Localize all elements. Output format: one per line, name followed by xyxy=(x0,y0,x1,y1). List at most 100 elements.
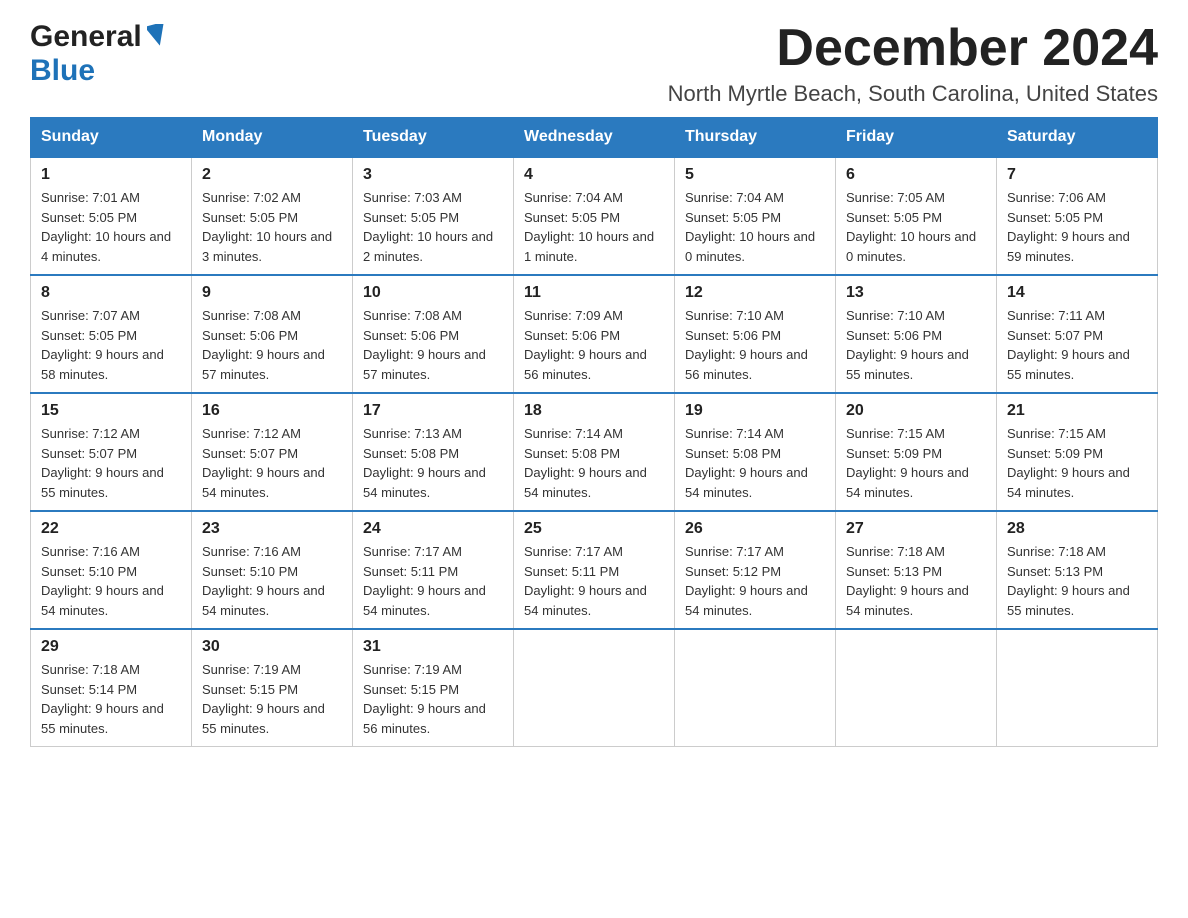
day-number: 13 xyxy=(846,284,986,302)
day-info: Sunrise: 7:15 AMSunset: 5:09 PMDaylight:… xyxy=(1007,424,1147,502)
day-number: 4 xyxy=(524,166,664,184)
day-info: Sunrise: 7:14 AMSunset: 5:08 PMDaylight:… xyxy=(524,424,664,502)
calendar-cell: 12 Sunrise: 7:10 AMSunset: 5:06 PMDayligh… xyxy=(675,275,836,393)
calendar-cell: 8 Sunrise: 7:07 AMSunset: 5:05 PMDaylight… xyxy=(31,275,192,393)
day-number: 9 xyxy=(202,284,342,302)
day-number: 17 xyxy=(363,402,503,420)
header-sunday: Sunday xyxy=(31,118,192,158)
calendar-cell xyxy=(997,629,1158,747)
day-number: 28 xyxy=(1007,520,1147,538)
day-info: Sunrise: 7:06 AMSunset: 5:05 PMDaylight:… xyxy=(1007,188,1147,266)
day-info: Sunrise: 7:10 AMSunset: 5:06 PMDaylight:… xyxy=(846,306,986,384)
day-info: Sunrise: 7:17 AMSunset: 5:11 PMDaylight:… xyxy=(363,542,503,620)
title-area: December 2024 North Myrtle Beach, South … xyxy=(668,20,1158,107)
calendar-cell: 20 Sunrise: 7:15 AMSunset: 5:09 PMDayligh… xyxy=(836,393,997,511)
header-thursday: Thursday xyxy=(675,118,836,158)
day-number: 21 xyxy=(1007,402,1147,420)
day-number: 27 xyxy=(846,520,986,538)
logo-general: General xyxy=(30,20,142,54)
day-info: Sunrise: 7:18 AMSunset: 5:13 PMDaylight:… xyxy=(1007,542,1147,620)
calendar-cell: 11 Sunrise: 7:09 AMSunset: 5:06 PMDayligh… xyxy=(514,275,675,393)
calendar-cell: 5 Sunrise: 7:04 AMSunset: 5:05 PMDaylight… xyxy=(675,157,836,275)
day-number: 15 xyxy=(41,402,181,420)
day-info: Sunrise: 7:18 AMSunset: 5:13 PMDaylight:… xyxy=(846,542,986,620)
day-number: 29 xyxy=(41,638,181,656)
week-row-1: 1Sunrise: 7:01 AMSunset: 5:05 PMDaylight… xyxy=(31,157,1158,275)
weekday-header-row: Sunday Monday Tuesday Wednesday Thursday… xyxy=(31,118,1158,158)
month-title: December 2024 xyxy=(668,20,1158,77)
calendar-cell: 29Sunrise: 7:18 AMSunset: 5:14 PMDayligh… xyxy=(31,629,192,747)
page-header: General Blue December 2024 North Myrtle … xyxy=(30,20,1158,107)
day-number: 22 xyxy=(41,520,181,538)
location-title: North Myrtle Beach, South Carolina, Unit… xyxy=(668,81,1158,107)
day-info: Sunrise: 7:14 AMSunset: 5:08 PMDaylight:… xyxy=(685,424,825,502)
day-number: 20 xyxy=(846,402,986,420)
day-number: 6 xyxy=(846,166,986,184)
day-info: Sunrise: 7:12 AMSunset: 5:07 PMDaylight:… xyxy=(41,424,181,502)
calendar-cell: 21 Sunrise: 7:15 AMSunset: 5:09 PMDayligh… xyxy=(997,393,1158,511)
day-number: 30 xyxy=(202,638,342,656)
calendar-cell: 31Sunrise: 7:19 AMSunset: 5:15 PMDayligh… xyxy=(353,629,514,747)
day-info: Sunrise: 7:16 AMSunset: 5:10 PMDaylight:… xyxy=(202,542,342,620)
header-friday: Friday xyxy=(836,118,997,158)
calendar-cell xyxy=(514,629,675,747)
calendar-cell: 19Sunrise: 7:14 AMSunset: 5:08 PMDayligh… xyxy=(675,393,836,511)
week-row-5: 29Sunrise: 7:18 AMSunset: 5:14 PMDayligh… xyxy=(31,629,1158,747)
day-info: Sunrise: 7:03 AMSunset: 5:05 PMDaylight:… xyxy=(363,188,503,266)
day-number: 3 xyxy=(363,166,503,184)
day-info: Sunrise: 7:09 AMSunset: 5:06 PMDaylight:… xyxy=(524,306,664,384)
calendar-cell: 16 Sunrise: 7:12 AMSunset: 5:07 PMDayligh… xyxy=(192,393,353,511)
calendar-cell: 27 Sunrise: 7:18 AMSunset: 5:13 PMDayligh… xyxy=(836,511,997,629)
day-info: Sunrise: 7:01 AMSunset: 5:05 PMDaylight:… xyxy=(41,188,181,266)
calendar-cell: 24Sunrise: 7:17 AMSunset: 5:11 PMDayligh… xyxy=(353,511,514,629)
day-number: 8 xyxy=(41,284,181,302)
week-row-4: 22 Sunrise: 7:16 AMSunset: 5:10 PMDayligh… xyxy=(31,511,1158,629)
logo-blue: Blue xyxy=(30,54,95,87)
day-number: 23 xyxy=(202,520,342,538)
day-info: Sunrise: 7:08 AMSunset: 5:06 PMDaylight:… xyxy=(202,306,342,384)
day-info: Sunrise: 7:07 AMSunset: 5:05 PMDaylight:… xyxy=(41,306,181,384)
calendar-cell: 4Sunrise: 7:04 AMSunset: 5:05 PMDaylight… xyxy=(514,157,675,275)
day-info: Sunrise: 7:13 AMSunset: 5:08 PMDaylight:… xyxy=(363,424,503,502)
calendar-cell: 1Sunrise: 7:01 AMSunset: 5:05 PMDaylight… xyxy=(31,157,192,275)
calendar-cell: 28 Sunrise: 7:18 AMSunset: 5:13 PMDayligh… xyxy=(997,511,1158,629)
calendar-cell: 2 Sunrise: 7:02 AMSunset: 5:05 PMDaylight… xyxy=(192,157,353,275)
day-number: 7 xyxy=(1007,166,1147,184)
day-number: 14 xyxy=(1007,284,1147,302)
calendar-cell: 23 Sunrise: 7:16 AMSunset: 5:10 PMDayligh… xyxy=(192,511,353,629)
calendar-body: 1Sunrise: 7:01 AMSunset: 5:05 PMDaylight… xyxy=(31,157,1158,747)
day-info: Sunrise: 7:02 AMSunset: 5:05 PMDaylight:… xyxy=(202,188,342,266)
day-number: 12 xyxy=(685,284,825,302)
day-info: Sunrise: 7:08 AMSunset: 5:06 PMDaylight:… xyxy=(363,306,503,384)
day-info: Sunrise: 7:19 AMSunset: 5:15 PMDaylight:… xyxy=(202,660,342,738)
calendar-cell: 13 Sunrise: 7:10 AMSunset: 5:06 PMDayligh… xyxy=(836,275,997,393)
day-number: 5 xyxy=(685,166,825,184)
day-info: Sunrise: 7:16 AMSunset: 5:10 PMDaylight:… xyxy=(41,542,181,620)
calendar-cell: 14Sunrise: 7:11 AMSunset: 5:07 PMDayligh… xyxy=(997,275,1158,393)
day-number: 11 xyxy=(524,284,664,302)
calendar-cell: 25 Sunrise: 7:17 AMSunset: 5:11 PMDayligh… xyxy=(514,511,675,629)
day-number: 18 xyxy=(524,402,664,420)
day-number: 31 xyxy=(363,638,503,656)
calendar-table: Sunday Monday Tuesday Wednesday Thursday… xyxy=(30,117,1158,747)
logo-arrow-icon xyxy=(144,24,167,51)
calendar-cell: 6Sunrise: 7:05 AMSunset: 5:05 PMDaylight… xyxy=(836,157,997,275)
day-number: 16 xyxy=(202,402,342,420)
calendar-cell: 10Sunrise: 7:08 AMSunset: 5:06 PMDayligh… xyxy=(353,275,514,393)
calendar-cell: 26Sunrise: 7:17 AMSunset: 5:12 PMDayligh… xyxy=(675,511,836,629)
calendar-cell: 3 Sunrise: 7:03 AMSunset: 5:05 PMDaylight… xyxy=(353,157,514,275)
week-row-3: 15 Sunrise: 7:12 AMSunset: 5:07 PMDayligh… xyxy=(31,393,1158,511)
week-row-2: 8 Sunrise: 7:07 AMSunset: 5:05 PMDaylight… xyxy=(31,275,1158,393)
calendar-cell: 9 Sunrise: 7:08 AMSunset: 5:06 PMDaylight… xyxy=(192,275,353,393)
day-info: Sunrise: 7:10 AMSunset: 5:06 PMDaylight:… xyxy=(685,306,825,384)
day-info: Sunrise: 7:12 AMSunset: 5:07 PMDaylight:… xyxy=(202,424,342,502)
calendar-cell: 17 Sunrise: 7:13 AMSunset: 5:08 PMDayligh… xyxy=(353,393,514,511)
day-number: 2 xyxy=(202,166,342,184)
header-wednesday: Wednesday xyxy=(514,118,675,158)
day-number: 25 xyxy=(524,520,664,538)
day-info: Sunrise: 7:04 AMSunset: 5:05 PMDaylight:… xyxy=(685,188,825,266)
header-saturday: Saturday xyxy=(997,118,1158,158)
calendar-cell: 18 Sunrise: 7:14 AMSunset: 5:08 PMDayligh… xyxy=(514,393,675,511)
day-info: Sunrise: 7:17 AMSunset: 5:11 PMDaylight:… xyxy=(524,542,664,620)
day-info: Sunrise: 7:15 AMSunset: 5:09 PMDaylight:… xyxy=(846,424,986,502)
